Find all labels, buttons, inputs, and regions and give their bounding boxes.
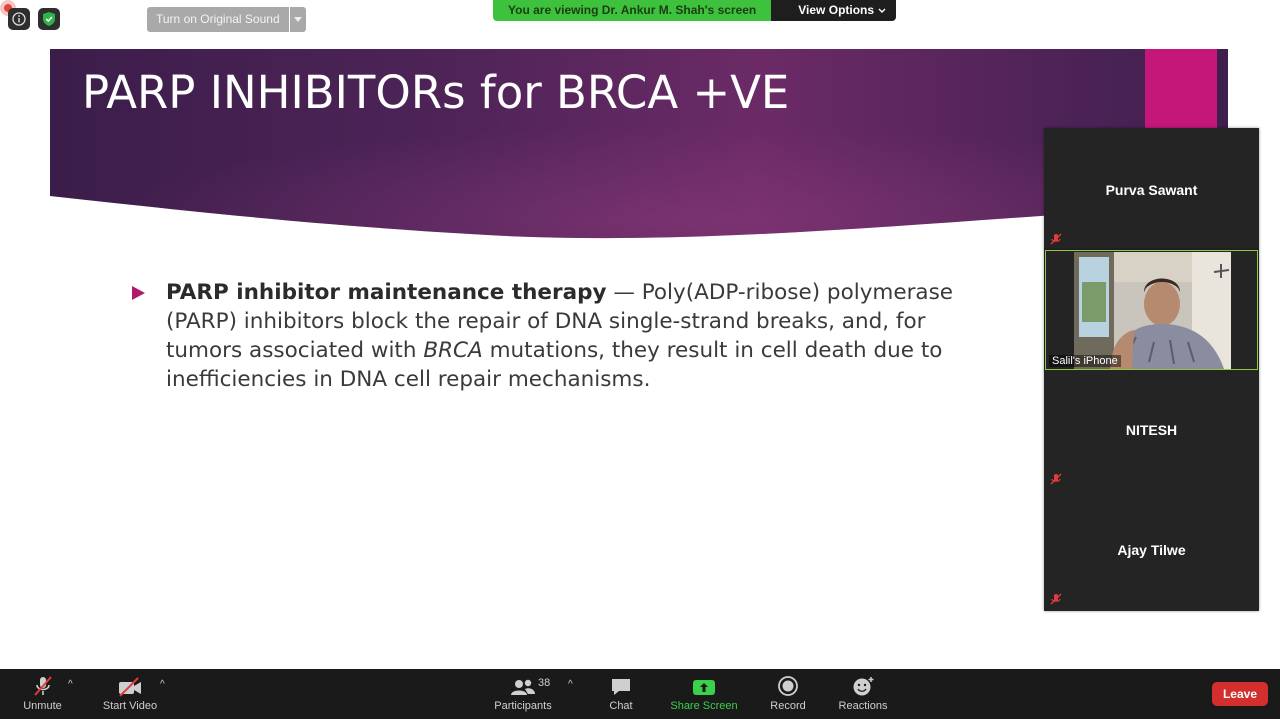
audio-options-caret[interactable]: ^ [68, 679, 73, 690]
chat-button[interactable]: Chat [603, 669, 639, 719]
unmute-button[interactable]: Unmute [20, 669, 65, 719]
reactions-button[interactable]: Reactions [836, 669, 890, 719]
participant-tile[interactable]: NITESH [1044, 370, 1259, 490]
participant-name: Purva Sawant [1105, 182, 1198, 198]
participant-name: Salil's iPhone [1049, 355, 1121, 367]
original-sound-control: Turn on Original Sound [147, 7, 306, 32]
muted-mic-icon [1050, 473, 1062, 485]
slide-title: PARP INHIBITORs for BRCA +VE [82, 66, 790, 119]
chevron-down-icon [878, 8, 886, 13]
participant-name: NITESH [1125, 422, 1178, 438]
video-gallery-panel: Purva Sawant Salil's iPhone NITESH Ajay … [1044, 128, 1259, 611]
screen-share-banner: You are viewing Dr. Ankur M. Shah's scre… [493, 0, 897, 21]
participant-name: Ajay Tilwe [1117, 542, 1186, 558]
muted-mic-icon [1050, 233, 1062, 245]
record-icon [778, 676, 798, 696]
record-button[interactable]: Record [766, 669, 810, 719]
unmute-label: Unmute [23, 700, 62, 712]
leave-meeting-button[interactable]: Leave [1211, 682, 1268, 706]
record-label: Record [770, 700, 806, 712]
participant-video-tile[interactable]: Salil's iPhone [1045, 250, 1258, 370]
slide-bullet-text: PARP inhibitor maintenance therapy — Pol… [166, 278, 1006, 394]
start-video-button[interactable]: Start Video [100, 669, 160, 719]
bullet-italic-text: BRCA [423, 338, 483, 363]
zoom-window: Turn on Original Sound You are viewing D… [0, 0, 1280, 719]
view-options-label: View Options [798, 3, 875, 17]
share-screen-button[interactable]: Share Screen [668, 669, 740, 719]
participants-count: 38 [538, 677, 551, 689]
smiley-reaction-icon [853, 677, 874, 696]
chat-bubble-icon [612, 679, 630, 695]
chevron-down-icon [293, 17, 302, 22]
meeting-toolbar: Unmute ^ Start Video ^ Participants 38 ^… [0, 669, 1280, 719]
original-sound-dropdown-arrow[interactable] [289, 7, 306, 32]
video-options-caret[interactable]: ^ [160, 679, 165, 690]
muted-microphone-icon [33, 676, 52, 696]
participant-tile[interactable]: Purva Sawant [1044, 128, 1259, 248]
participants-options-caret[interactable]: ^ [568, 679, 573, 690]
share-screen-label: Share Screen [670, 700, 738, 712]
start-video-label: Start Video [102, 700, 158, 712]
bullet-triangle-icon [132, 286, 145, 300]
chat-label: Chat [609, 700, 633, 712]
share-screen-icon [693, 680, 715, 695]
turn-on-original-sound-button[interactable]: Turn on Original Sound [147, 7, 289, 32]
participants-icon [511, 679, 535, 695]
bullet-bold-text: PARP inhibitor maintenance therapy [166, 280, 607, 305]
participants-label: Participants [494, 700, 552, 712]
security-shield-icon[interactable] [38, 8, 60, 30]
video-off-icon [119, 677, 141, 697]
view-options-button[interactable]: View Options [771, 0, 897, 21]
muted-mic-icon [1050, 593, 1062, 605]
participant-tile[interactable]: Ajay Tilwe [1044, 490, 1259, 611]
viewing-screen-text: You are viewing Dr. Ankur M. Shah's scre… [493, 0, 772, 21]
reactions-label: Reactions [838, 700, 888, 712]
participant-video [1074, 252, 1231, 369]
meeting-info-icon[interactable] [8, 8, 30, 30]
